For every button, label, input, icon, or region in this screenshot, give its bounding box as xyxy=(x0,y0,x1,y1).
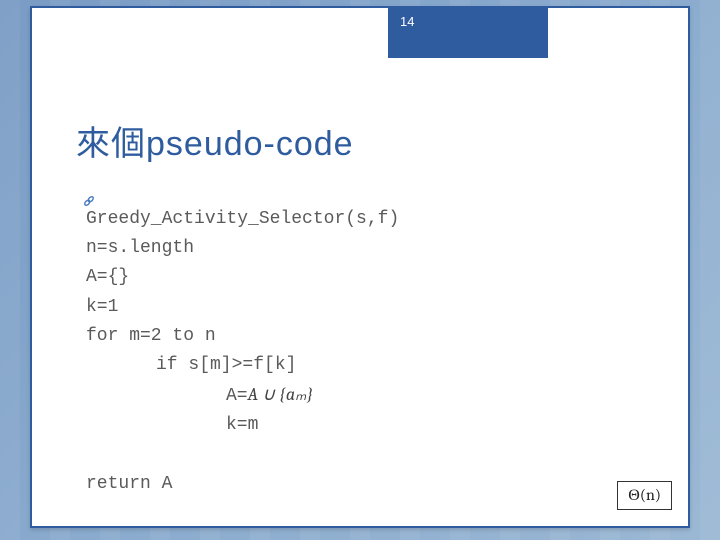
code-line: A=A ∪ {aₘ} xyxy=(86,380,313,411)
code-line: Greedy_Activity_Selector(s,f) xyxy=(86,209,399,229)
code-line: k=1 xyxy=(86,297,118,317)
code-line: k=m xyxy=(86,411,258,440)
code-line: n=s.length xyxy=(86,238,194,258)
math-expression: A ∪ {aₘ} xyxy=(248,384,313,405)
slide-card: 14 來個pseudo-code Greedy_Activity_Selecto… xyxy=(30,6,690,528)
code-line: return A xyxy=(86,474,172,494)
code-line: for m=2 to n xyxy=(86,326,216,346)
code-line: A={} xyxy=(86,267,129,287)
complexity-box: Θ(n) xyxy=(617,481,672,510)
slide-title: 來個pseudo-code xyxy=(76,116,354,165)
page-number-box: 14 xyxy=(388,6,548,58)
pseudocode-block: Greedy_Activity_Selector(s,f) n=s.length… xyxy=(86,176,399,499)
complexity-value: Θ(n) xyxy=(628,486,661,504)
code-line: if s[m]>=f[k] xyxy=(86,351,296,380)
page-number: 14 xyxy=(400,14,414,29)
